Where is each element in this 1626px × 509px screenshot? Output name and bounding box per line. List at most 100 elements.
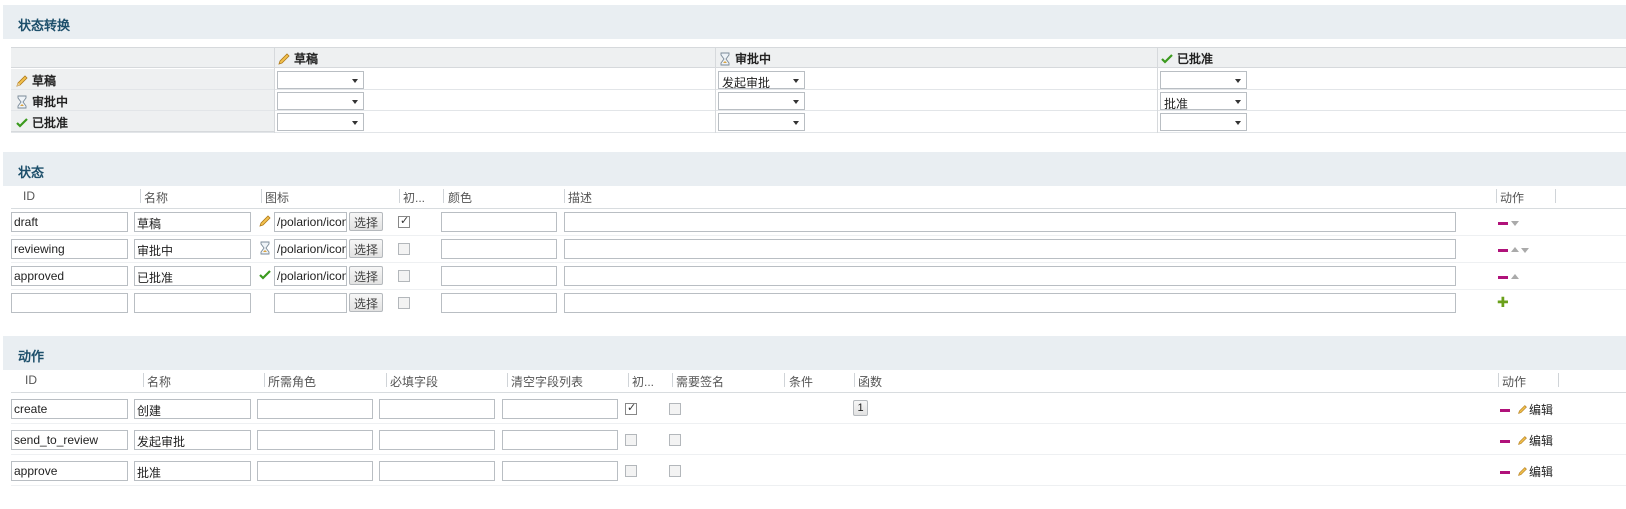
action-id-input[interactable]: create (11, 399, 128, 419)
divider (1498, 373, 1499, 387)
signature-checkbox[interactable] (669, 434, 681, 446)
state-name-input[interactable]: 已批准 (134, 266, 251, 286)
state-icon-path-input[interactable]: /polarion/icon (274, 212, 347, 232)
state-icon-path-input[interactable] (274, 293, 347, 313)
transition-select[interactable] (718, 113, 805, 131)
transition-select[interactable]: 发起审批 (718, 71, 805, 90)
functions-count-button[interactable]: 1 (853, 400, 868, 416)
matrix-col-head-approved: 已批准 (1160, 50, 1213, 67)
col-header-required-fields: 必填字段 (390, 375, 439, 389)
initial-checkbox[interactable] (625, 434, 637, 446)
initial-checkbox[interactable] (625, 465, 637, 477)
move-up-icon[interactable] (1511, 274, 1519, 279)
action-required-fields-input[interactable] (379, 461, 495, 481)
state-id-input[interactable]: reviewing (11, 239, 128, 259)
divider (11, 454, 1626, 455)
transition-select[interactable]: 批准 (1160, 92, 1247, 111)
state-color-input[interactable] (441, 239, 557, 259)
remove-icon[interactable] (1500, 440, 1510, 443)
action-name-input[interactable]: 批准 (134, 461, 251, 481)
add-icon[interactable]: ✚ (1497, 294, 1509, 311)
remove-icon[interactable] (1500, 409, 1510, 412)
remove-icon[interactable] (1498, 222, 1508, 225)
state-description-input[interactable] (564, 266, 1456, 286)
matrix-col-head-draft: 草稿 (277, 50, 318, 67)
move-down-icon[interactable] (1521, 248, 1529, 253)
action-roles-input[interactable] (257, 399, 373, 419)
chevron-down-icon (793, 100, 799, 104)
signature-checkbox[interactable] (669, 465, 681, 477)
action-roles-input[interactable] (257, 430, 373, 450)
remove-icon[interactable] (1498, 276, 1508, 279)
transition-select[interactable] (1160, 113, 1247, 131)
action-id-input[interactable]: send_to_review (11, 430, 128, 450)
col-header-conditions: 条件 (789, 375, 814, 389)
state-icon-path-input[interactable]: /polarion/icon (274, 239, 347, 259)
action-required-fields-input[interactable] (379, 399, 495, 419)
state-name-input[interactable]: 审批中 (134, 239, 251, 259)
divider (143, 373, 144, 387)
hourglass-icon (17, 95, 27, 108)
remove-icon[interactable] (1500, 471, 1510, 474)
pencil-icon (1518, 405, 1527, 414)
state-description-input[interactable] (564, 293, 1456, 313)
state-description-input[interactable] (564, 239, 1456, 259)
matrix-row-head-reviewing: 审批中 (11, 90, 274, 111)
state-description-input[interactable] (564, 212, 1456, 232)
transition-select[interactable] (718, 92, 805, 110)
select-icon-button[interactable]: 选择 (349, 293, 383, 312)
matrix-row-label: 已批准 (32, 116, 69, 130)
initial-checkbox[interactable] (398, 270, 410, 282)
action-clear-fields-input[interactable] (502, 399, 618, 419)
state-icon-path-input[interactable]: /polarion/icon (274, 266, 347, 286)
state-id-input[interactable] (11, 293, 128, 313)
action-clear-fields-input[interactable] (502, 430, 618, 450)
move-up-icon[interactable] (1511, 247, 1519, 252)
state-id-input[interactable]: draft (11, 212, 128, 232)
initial-checkbox[interactable] (398, 243, 410, 255)
edit-button[interactable]: 编辑 (1517, 432, 1553, 449)
state-color-input[interactable] (441, 212, 557, 232)
edit-button[interactable]: 编辑 (1517, 463, 1553, 480)
state-color-input[interactable] (441, 266, 557, 286)
select-icon-button[interactable]: 选择 (349, 239, 383, 258)
state-name-input[interactable] (134, 293, 251, 313)
transition-select[interactable] (277, 113, 364, 131)
select-icon-button[interactable]: 选择 (349, 266, 383, 285)
select-icon-button[interactable]: 选择 (349, 212, 383, 231)
action-name-input[interactable]: 创建 (134, 399, 251, 419)
divider (11, 208, 1626, 209)
checkmark-icon (259, 270, 271, 280)
initial-checkbox[interactable] (398, 214, 410, 228)
divider (443, 189, 444, 203)
divider (672, 373, 673, 387)
initial-checkbox[interactable] (625, 401, 637, 415)
action-name-input[interactable]: 发起审批 (134, 430, 251, 450)
action-clear-fields-input[interactable] (502, 461, 618, 481)
edit-button[interactable]: 编辑 (1517, 401, 1553, 418)
state-id-input[interactable]: approved (11, 266, 128, 286)
matrix-row-head-approved: 已批准 (11, 111, 274, 132)
action-id-input[interactable]: approve (11, 461, 128, 481)
chevron-down-icon (793, 79, 799, 83)
initial-checkbox[interactable] (398, 297, 410, 309)
transition-select[interactable] (277, 71, 364, 89)
matrix-row-label: 草稿 (32, 74, 57, 88)
transition-select[interactable] (1160, 71, 1247, 89)
divider (854, 373, 855, 387)
divider (11, 485, 1626, 486)
chevron-down-icon (1235, 100, 1241, 104)
pencil-icon (259, 215, 271, 227)
state-color-input[interactable] (441, 293, 557, 313)
remove-icon[interactable] (1498, 249, 1508, 252)
action-required-fields-input[interactable] (379, 430, 495, 450)
signature-checkbox[interactable] (669, 403, 681, 415)
section-header-states: 状态 (3, 152, 1626, 186)
transition-select[interactable] (277, 92, 364, 110)
divider (274, 47, 275, 133)
divider (564, 189, 565, 203)
action-roles-input[interactable] (257, 461, 373, 481)
state-name-input[interactable]: 草稿 (134, 212, 251, 232)
divider (261, 189, 262, 203)
move-down-icon[interactable] (1511, 221, 1519, 226)
